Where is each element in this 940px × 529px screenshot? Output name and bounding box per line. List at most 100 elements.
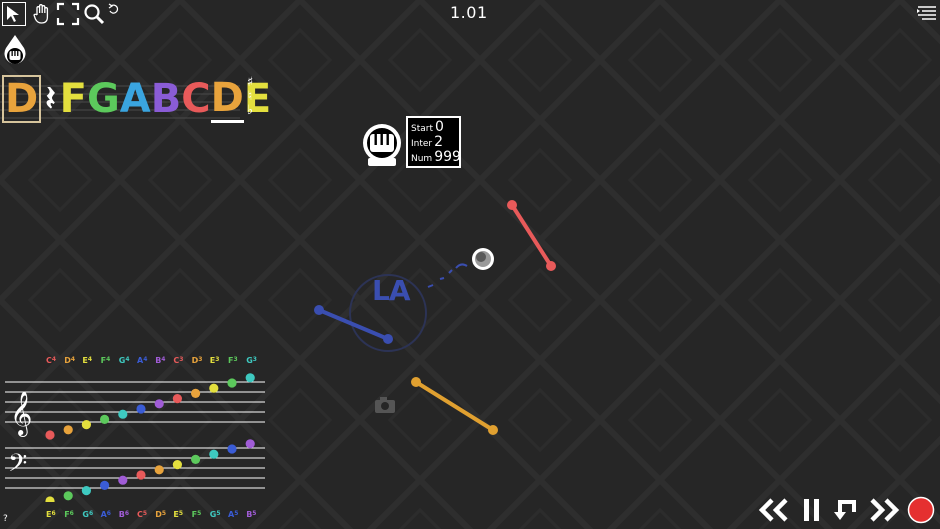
loop-icon[interactable]: [832, 496, 862, 524]
pitch-octave: 5: [252, 510, 257, 517]
pitch-label: D3: [192, 356, 203, 365]
pitch-label: F3: [228, 356, 238, 365]
note-dot: [191, 388, 201, 398]
pitch-label: D4: [64, 356, 75, 365]
pitch-letter: D: [64, 356, 71, 365]
pitch-octave: 3: [215, 356, 220, 363]
note-dot: [191, 454, 201, 464]
note-dot: [63, 425, 73, 435]
pitch-octave: 5: [142, 510, 148, 517]
pitch-octave: 5: [161, 510, 167, 517]
pitch-label: F5: [192, 510, 202, 519]
pitch-octave: 5: [216, 510, 221, 517]
pitch-label: B6: [119, 510, 129, 519]
inter-label: Inter: [411, 139, 433, 149]
pitch-label: G5: [210, 510, 221, 519]
pitch-octave: 6: [69, 510, 74, 517]
fast-forward-icon[interactable]: [866, 496, 902, 524]
inter-value: 2: [434, 134, 444, 150]
camera-icon[interactable]: [375, 397, 395, 413]
rewind-icon[interactable]: [756, 496, 792, 524]
pitch-octave: 4: [87, 356, 93, 363]
pitch-label: G6: [82, 510, 93, 519]
pitch-label: C4: [46, 356, 56, 365]
note-dot: [100, 480, 110, 490]
num-row[interactable]: Num 999: [411, 149, 461, 165]
pitch-octave: 4: [51, 356, 57, 363]
pitch-label: F4: [101, 356, 111, 365]
pitch-octave: 3: [198, 356, 203, 363]
red-line-segment[interactable]: [507, 200, 556, 271]
pitch-label: G3: [246, 356, 257, 365]
note-dot: [118, 475, 128, 485]
start-row[interactable]: Start 0: [411, 120, 459, 135]
note-dot: [136, 470, 146, 480]
pitch-label: E4: [82, 356, 92, 365]
start-label: Start: [411, 124, 433, 134]
note-dot: [245, 373, 255, 383]
pitch-label: E5: [173, 510, 183, 519]
note-dot: [245, 439, 255, 449]
note-dot: [209, 383, 219, 393]
pitch-label: B5: [246, 510, 256, 519]
record-icon[interactable]: [906, 496, 936, 524]
note-dot: [45, 496, 55, 502]
note-dot: [227, 444, 237, 454]
pitch-octave: 3: [179, 356, 184, 363]
pitch-label: B4: [155, 356, 165, 365]
pitch-octave: 4: [143, 356, 148, 363]
pitch-octave: 4: [125, 356, 130, 363]
pitch-octave: 6: [106, 510, 111, 517]
ball[interactable]: [472, 248, 494, 270]
orange-line-segment[interactable]: [411, 377, 498, 435]
pitch-label: A4: [137, 356, 147, 365]
pitch-label: D5: [155, 510, 166, 519]
help-button[interactable]: ?: [3, 514, 8, 524]
treble-clef-icon: 𝄞: [10, 391, 32, 437]
blue-line-segment[interactable]: [314, 305, 393, 344]
note-dot: [136, 404, 146, 414]
note-dot: [154, 465, 164, 475]
inter-row[interactable]: Inter 2: [411, 135, 459, 150]
pitch-label: C3: [173, 356, 183, 365]
num-value: 999: [434, 149, 461, 165]
pitch-octave: 4: [161, 356, 166, 363]
pitch-label: E3: [210, 356, 220, 365]
pitch-letter: G: [246, 356, 253, 365]
note-dot: [45, 430, 55, 440]
note-dot: [227, 378, 237, 388]
pitch-octave: 4: [106, 356, 111, 363]
note-dot: [100, 414, 110, 424]
pitch-label: E6: [46, 510, 56, 519]
note-name-label: LA: [372, 274, 411, 307]
start-value: 0: [435, 119, 444, 135]
pitch-octave: 5: [197, 510, 202, 517]
pitch-label: C5: [137, 510, 147, 519]
note-dot: [81, 486, 91, 496]
pitch-octave: 4: [70, 356, 76, 363]
pitch-octave: 5: [178, 510, 184, 517]
bass-clef-icon: 𝄢: [8, 449, 27, 484]
note-dot: [118, 409, 128, 419]
note-dot: [172, 460, 182, 470]
ball-trail: [427, 263, 468, 288]
pitch-label: G4: [119, 356, 130, 365]
pitch-octave: 5: [234, 510, 239, 517]
note-dot: [154, 399, 164, 409]
pitch-reference-staff: 𝄞 𝄢: [5, 373, 265, 502]
pause-icon[interactable]: [800, 496, 824, 524]
piano-emitter-icon[interactable]: [363, 124, 401, 166]
pitch-label: A5: [228, 510, 238, 519]
note-dot: [172, 394, 182, 404]
pitch-octave: 3: [252, 356, 257, 363]
note-dot: [81, 420, 91, 430]
pitch-letter: G: [82, 510, 89, 519]
note-dot: [63, 491, 73, 501]
pitch-octave: 3: [233, 356, 238, 363]
note-dot: [209, 449, 219, 459]
num-label: Num: [411, 154, 433, 164]
pitch-octave: 6: [51, 510, 56, 517]
pitch-letter: D: [155, 510, 162, 519]
emitter-info-panel[interactable]: Start 0 Inter 2 Num 999: [406, 116, 461, 168]
pitch-label: A6: [101, 510, 111, 519]
